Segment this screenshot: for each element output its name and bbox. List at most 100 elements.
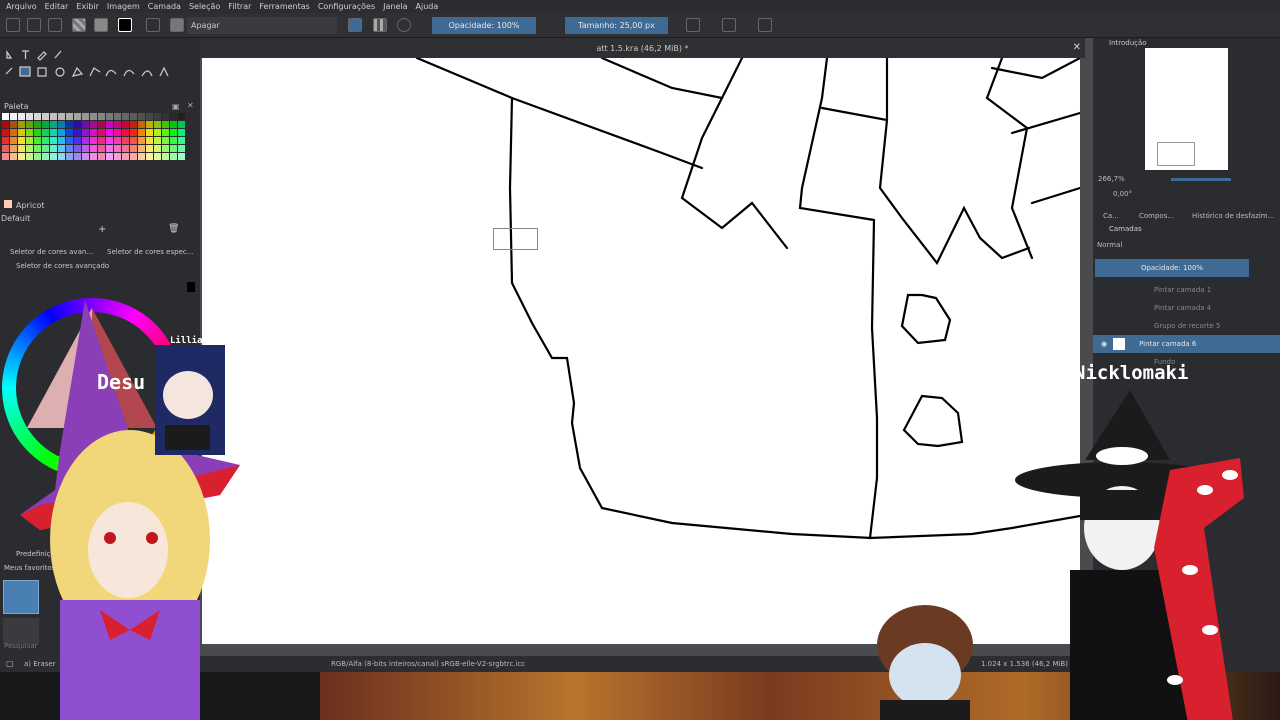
palette-swatch[interactable] (26, 129, 33, 136)
tab-advanced-color[interactable]: Seletor de cores avan... (10, 248, 93, 256)
drawing-canvas[interactable] (202, 58, 1080, 644)
palette-swatch[interactable] (170, 137, 177, 144)
opacity-slider[interactable]: Opacidade: 100% (432, 17, 536, 34)
palette-swatch[interactable] (2, 121, 9, 128)
palette-swatch[interactable] (162, 121, 169, 128)
brush-settings-icon[interactable] (146, 18, 160, 32)
palette-swatch[interactable] (138, 145, 145, 152)
layer-opacity-slider[interactable]: Opacidade: 100% (1095, 259, 1249, 277)
palette-swatch[interactable] (58, 121, 65, 128)
palette-swatch[interactable] (18, 121, 25, 128)
palette-swatch[interactable] (106, 153, 113, 160)
tab-compositions[interactable]: Compos... (1139, 212, 1174, 220)
palette-swatch[interactable] (122, 113, 129, 120)
palette-swatch[interactable] (42, 145, 49, 152)
palette-swatch[interactable] (170, 129, 177, 136)
palette-swatch[interactable] (178, 153, 185, 160)
palette-swatch[interactable] (82, 129, 89, 136)
palette-swatch[interactable] (178, 121, 185, 128)
palette-swatch[interactable] (178, 145, 185, 152)
menu-arquivo[interactable]: Arquivo (6, 2, 37, 11)
palette-swatch[interactable] (74, 129, 81, 136)
palette-swatch[interactable] (50, 153, 57, 160)
palette-swatch[interactable] (122, 129, 129, 136)
palette-swatch[interactable] (98, 129, 105, 136)
palette-swatch[interactable] (42, 137, 49, 144)
palette-swatch[interactable] (138, 121, 145, 128)
palette-swatch[interactable] (130, 137, 137, 144)
palette-swatch[interactable] (170, 153, 177, 160)
palette-swatch[interactable] (154, 121, 161, 128)
palette-swatch[interactable] (90, 137, 97, 144)
palette-swatch[interactable] (146, 153, 153, 160)
palette-swatch[interactable] (130, 121, 137, 128)
palette-swatch[interactable] (98, 153, 105, 160)
palette-swatch[interactable] (18, 129, 25, 136)
palette-swatch[interactable] (58, 137, 65, 144)
menu-editar[interactable]: Editar (45, 2, 69, 11)
gradient-icon[interactable] (72, 18, 86, 32)
palette-swatch[interactable] (178, 137, 185, 144)
palette-swatch[interactable] (66, 137, 73, 144)
palette-swatch[interactable] (34, 145, 41, 152)
palette-swatch[interactable] (34, 113, 41, 120)
palette-swatch[interactable] (90, 129, 97, 136)
palette-swatch[interactable] (146, 137, 153, 144)
palette-swatch[interactable] (66, 121, 73, 128)
palette-swatch[interactable] (90, 121, 97, 128)
palette-swatch[interactable] (34, 121, 41, 128)
palette-swatch[interactable] (50, 121, 57, 128)
palette-swatch[interactable] (170, 121, 177, 128)
palette-swatch[interactable] (50, 145, 57, 152)
palette-swatch[interactable] (90, 153, 97, 160)
palette-swatch[interactable] (18, 113, 25, 120)
rotation-value[interactable]: 0,00° (1113, 190, 1132, 198)
open-folder-icon[interactable] (27, 18, 41, 32)
palette-swatch[interactable] (122, 137, 129, 144)
overview-thumbnail[interactable] (1145, 48, 1228, 170)
palette-swatch[interactable] (74, 121, 81, 128)
palette-swatch[interactable] (18, 145, 25, 152)
palette-swatch[interactable] (114, 153, 121, 160)
palette-swatch[interactable] (114, 145, 121, 152)
palette-swatch[interactable] (26, 145, 33, 152)
palette-swatch[interactable] (130, 129, 137, 136)
palette-swatch[interactable] (114, 129, 121, 136)
palette-swatch[interactable] (18, 137, 25, 144)
palette-swatch[interactable] (34, 137, 41, 144)
palette-swatch[interactable] (82, 137, 89, 144)
palette-swatch[interactable] (170, 145, 177, 152)
menu-ferramentas[interactable]: Ferramentas (259, 2, 309, 11)
palette-swatch[interactable] (98, 145, 105, 152)
menu-exibir[interactable]: Exibir (76, 2, 99, 11)
blend-mode-dropdown[interactable]: Apagar (187, 17, 337, 34)
layer-blend-mode[interactable]: Normal (1097, 241, 1122, 249)
menu-configuracoes[interactable]: Configurações (318, 2, 375, 11)
palette-swatch[interactable] (2, 113, 9, 120)
eraser-mode-icon[interactable] (348, 18, 362, 32)
palette-swatch[interactable] (130, 153, 137, 160)
palette-swatch[interactable] (74, 113, 81, 120)
tab-undo-history[interactable]: Histórico de desfazim... (1192, 212, 1274, 220)
color-history-swatch[interactable] (187, 282, 195, 292)
palette-swatch[interactable] (178, 113, 185, 120)
palette-swatch[interactable] (106, 129, 113, 136)
tab-specific-color[interactable]: Seletor de cores espec... (107, 248, 193, 256)
palette-swatch[interactable] (130, 145, 137, 152)
layer-row-active[interactable]: ◉ Pintar camada 6 (1093, 335, 1280, 353)
palette-swatch[interactable] (90, 145, 97, 152)
palette-swatch[interactable] (58, 129, 65, 136)
palette-swatch[interactable] (66, 129, 73, 136)
foreground-color-icon[interactable] (118, 18, 132, 32)
menu-janela[interactable]: Janela (383, 2, 407, 11)
palette-swatch[interactable] (50, 113, 57, 120)
palette-swatch[interactable] (154, 113, 161, 120)
float-icon[interactable]: ▣ (172, 102, 180, 111)
palette-swatch[interactable] (170, 113, 177, 120)
mirror-horizontal-icon[interactable] (686, 18, 700, 32)
palette-grid[interactable] (2, 113, 186, 167)
palette-swatch[interactable] (138, 129, 145, 136)
palette-swatch[interactable] (10, 113, 17, 120)
palette-swatch[interactable] (106, 113, 113, 120)
palette-swatch[interactable] (146, 129, 153, 136)
